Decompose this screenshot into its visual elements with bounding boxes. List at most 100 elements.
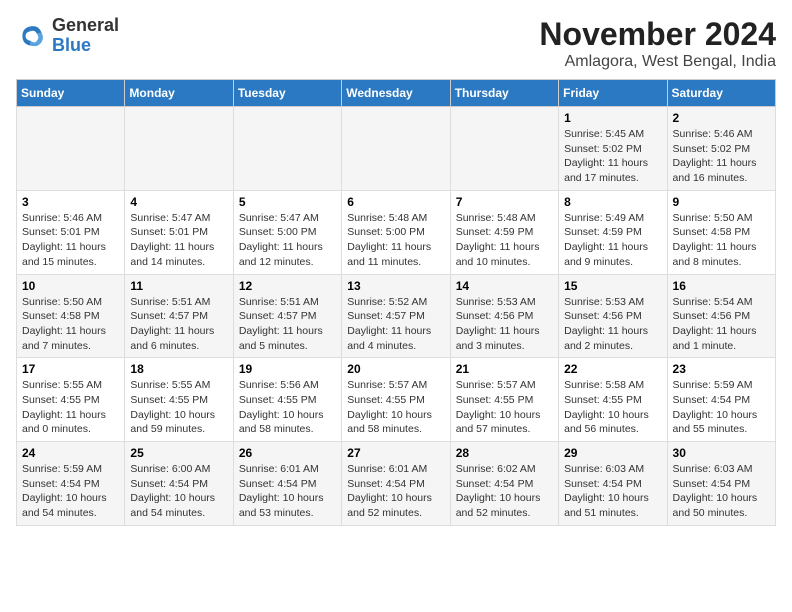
calendar-day-5: 5 Sunrise: 5:47 AM Sunset: 5:00 PM Daylig…	[233, 190, 341, 274]
calendar-week-row: 10 Sunrise: 5:50 AM Sunset: 4:58 PM Dayli…	[17, 274, 776, 358]
day-number: 25	[130, 446, 227, 460]
calendar-week-row: 1 Sunrise: 5:45 AM Sunset: 5:02 PM Daylig…	[17, 107, 776, 191]
day-detail: Sunrise: 6:02 AM Sunset: 4:54 PM Dayligh…	[456, 462, 553, 521]
calendar-day-27: 27 Sunrise: 6:01 AM Sunset: 4:54 PM Dayli…	[342, 442, 450, 526]
calendar-week-row: 3Sunrise: 5:46 AM Sunset: 5:01 PM Daylig…	[17, 190, 776, 274]
calendar-day-19: 19 Sunrise: 5:56 AM Sunset: 4:55 PM Dayli…	[233, 358, 341, 442]
day-number: 11	[130, 279, 227, 293]
calendar-day-4: 4 Sunrise: 5:47 AM Sunset: 5:01 PM Daylig…	[125, 190, 233, 274]
day-detail: Sunrise: 6:03 AM Sunset: 4:54 PM Dayligh…	[673, 462, 770, 521]
calendar-day-20: 20 Sunrise: 5:57 AM Sunset: 4:55 PM Dayli…	[342, 358, 450, 442]
calendar-day-11: 11 Sunrise: 5:51 AM Sunset: 4:57 PM Dayli…	[125, 274, 233, 358]
day-detail: Sunrise: 5:55 AM Sunset: 4:55 PM Dayligh…	[22, 378, 119, 437]
day-number: 10	[22, 279, 119, 293]
logo-icon	[16, 20, 48, 52]
empty-cell	[125, 107, 233, 191]
day-number: 8	[564, 195, 661, 209]
calendar-day-17: 17 Sunrise: 5:55 AM Sunset: 4:55 PM Dayli…	[17, 358, 125, 442]
day-detail: Sunrise: 5:53 AM Sunset: 4:56 PM Dayligh…	[456, 295, 553, 354]
calendar-day-13: 13 Sunrise: 5:52 AM Sunset: 4:57 PM Dayli…	[342, 274, 450, 358]
calendar-day-18: 18 Sunrise: 5:55 AM Sunset: 4:55 PM Dayli…	[125, 358, 233, 442]
day-number: 23	[673, 362, 770, 376]
calendar-day-9: 9 Sunrise: 5:50 AM Sunset: 4:58 PM Daylig…	[667, 190, 775, 274]
weekday-header-row: SundayMondayTuesdayWednesdayThursdayFrid…	[17, 80, 776, 107]
day-detail: Sunrise: 5:48 AM Sunset: 5:00 PM Dayligh…	[347, 211, 444, 270]
calendar-day-1: 1 Sunrise: 5:45 AM Sunset: 5:02 PM Daylig…	[559, 107, 667, 191]
empty-cell	[450, 107, 558, 191]
location-title: Amlagora, West Bengal, India	[539, 53, 776, 71]
day-number: 14	[456, 279, 553, 293]
weekday-header-friday: Friday	[559, 80, 667, 107]
calendar-day-3: 3Sunrise: 5:46 AM Sunset: 5:01 PM Daylig…	[17, 190, 125, 274]
day-number: 22	[564, 362, 661, 376]
day-detail: Sunrise: 5:55 AM Sunset: 4:55 PM Dayligh…	[130, 378, 227, 437]
day-number: 18	[130, 362, 227, 376]
day-detail: Sunrise: 5:50 AM Sunset: 4:58 PM Dayligh…	[673, 211, 770, 270]
day-number: 6	[347, 195, 444, 209]
day-detail: Sunrise: 5:56 AM Sunset: 4:55 PM Dayligh…	[239, 378, 336, 437]
calendar-week-row: 17 Sunrise: 5:55 AM Sunset: 4:55 PM Dayli…	[17, 358, 776, 442]
day-detail: Sunrise: 5:47 AM Sunset: 5:01 PM Dayligh…	[130, 211, 227, 270]
day-number: 2	[673, 111, 770, 125]
day-detail: Sunrise: 5:45 AM Sunset: 5:02 PM Dayligh…	[564, 127, 661, 186]
day-detail: Sunrise: 5:47 AM Sunset: 5:00 PM Dayligh…	[239, 211, 336, 270]
day-number: 19	[239, 362, 336, 376]
day-number: 3	[22, 195, 119, 209]
day-number: 12	[239, 279, 336, 293]
day-number: 27	[347, 446, 444, 460]
calendar-day-16: 16Sunrise: 5:54 AM Sunset: 4:56 PM Dayli…	[667, 274, 775, 358]
page-header: General Blue November 2024 Amlagora, Wes…	[16, 16, 776, 71]
calendar-day-25: 25 Sunrise: 6:00 AM Sunset: 4:54 PM Dayli…	[125, 442, 233, 526]
calendar-day-12: 12 Sunrise: 5:51 AM Sunset: 4:57 PM Dayli…	[233, 274, 341, 358]
day-detail: Sunrise: 5:52 AM Sunset: 4:57 PM Dayligh…	[347, 295, 444, 354]
day-number: 15	[564, 279, 661, 293]
day-detail: Sunrise: 6:03 AM Sunset: 4:54 PM Dayligh…	[564, 462, 661, 521]
month-title: November 2024	[539, 16, 776, 53]
day-detail: Sunrise: 5:50 AM Sunset: 4:58 PM Dayligh…	[22, 295, 119, 354]
day-detail: Sunrise: 6:01 AM Sunset: 4:54 PM Dayligh…	[347, 462, 444, 521]
day-detail: Sunrise: 5:51 AM Sunset: 4:57 PM Dayligh…	[130, 295, 227, 354]
logo: General Blue	[16, 16, 119, 56]
day-number: 13	[347, 279, 444, 293]
day-number: 5	[239, 195, 336, 209]
day-number: 7	[456, 195, 553, 209]
weekday-header-thursday: Thursday	[450, 80, 558, 107]
day-number: 28	[456, 446, 553, 460]
calendar-day-26: 26Sunrise: 6:01 AM Sunset: 4:54 PM Dayli…	[233, 442, 341, 526]
calendar-table: SundayMondayTuesdayWednesdayThursdayFrid…	[16, 79, 776, 526]
calendar-day-24: 24 Sunrise: 5:59 AM Sunset: 4:54 PM Dayli…	[17, 442, 125, 526]
calendar-day-2: 2 Sunrise: 5:46 AM Sunset: 5:02 PM Daylig…	[667, 107, 775, 191]
calendar-day-10: 10 Sunrise: 5:50 AM Sunset: 4:58 PM Dayli…	[17, 274, 125, 358]
day-number: 24	[22, 446, 119, 460]
day-detail: Sunrise: 5:51 AM Sunset: 4:57 PM Dayligh…	[239, 295, 336, 354]
weekday-header-saturday: Saturday	[667, 80, 775, 107]
title-block: November 2024 Amlagora, West Bengal, Ind…	[539, 16, 776, 71]
empty-cell	[342, 107, 450, 191]
empty-cell	[17, 107, 125, 191]
day-detail: Sunrise: 5:48 AM Sunset: 4:59 PM Dayligh…	[456, 211, 553, 270]
calendar-day-28: 28 Sunrise: 6:02 AM Sunset: 4:54 PM Dayli…	[450, 442, 558, 526]
day-number: 9	[673, 195, 770, 209]
day-detail: Sunrise: 5:53 AM Sunset: 4:56 PM Dayligh…	[564, 295, 661, 354]
day-detail: Sunrise: 6:00 AM Sunset: 4:54 PM Dayligh…	[130, 462, 227, 521]
day-detail: Sunrise: 5:57 AM Sunset: 4:55 PM Dayligh…	[347, 378, 444, 437]
day-detail: Sunrise: 5:59 AM Sunset: 4:54 PM Dayligh…	[22, 462, 119, 521]
day-detail: Sunrise: 5:49 AM Sunset: 4:59 PM Dayligh…	[564, 211, 661, 270]
day-number: 1	[564, 111, 661, 125]
day-number: 20	[347, 362, 444, 376]
weekday-header-monday: Monday	[125, 80, 233, 107]
day-detail: Sunrise: 5:58 AM Sunset: 4:55 PM Dayligh…	[564, 378, 661, 437]
calendar-day-14: 14 Sunrise: 5:53 AM Sunset: 4:56 PM Dayli…	[450, 274, 558, 358]
calendar-day-22: 22 Sunrise: 5:58 AM Sunset: 4:55 PM Dayli…	[559, 358, 667, 442]
day-detail: Sunrise: 5:59 AM Sunset: 4:54 PM Dayligh…	[673, 378, 770, 437]
calendar-day-15: 15 Sunrise: 5:53 AM Sunset: 4:56 PM Dayli…	[559, 274, 667, 358]
day-number: 26	[239, 446, 336, 460]
day-number: 21	[456, 362, 553, 376]
day-detail: Sunrise: 5:46 AM Sunset: 5:02 PM Dayligh…	[673, 127, 770, 186]
day-detail: Sunrise: 5:57 AM Sunset: 4:55 PM Dayligh…	[456, 378, 553, 437]
weekday-header-tuesday: Tuesday	[233, 80, 341, 107]
calendar-day-29: 29Sunrise: 6:03 AM Sunset: 4:54 PM Dayli…	[559, 442, 667, 526]
calendar-day-30: 30Sunrise: 6:03 AM Sunset: 4:54 PM Dayli…	[667, 442, 775, 526]
day-number: 17	[22, 362, 119, 376]
day-number: 4	[130, 195, 227, 209]
